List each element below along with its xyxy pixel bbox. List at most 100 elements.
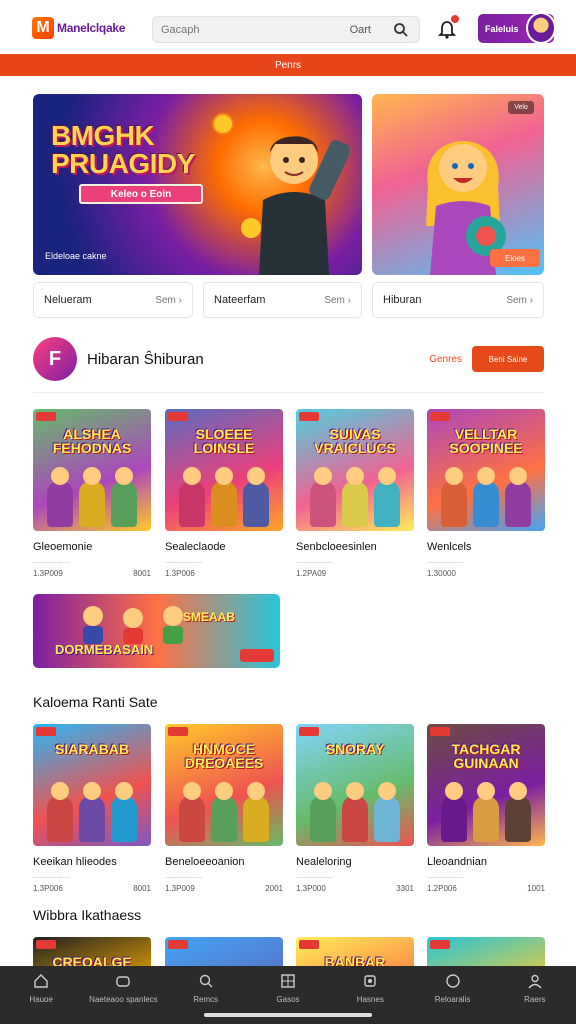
hero-side-banner[interactable]: Velo Eloes xyxy=(372,94,544,275)
profile-button[interactable]: Faleluis xyxy=(478,12,556,44)
circle-icon xyxy=(445,974,460,988)
game-thumbnail[interactable]: SUIVAS VRAICLUCS xyxy=(296,409,414,531)
play-count: 1.3P006 xyxy=(33,884,63,893)
game-title[interactable]: Lleoandnian xyxy=(427,856,545,868)
game-title[interactable]: Senbcloeesinlen xyxy=(296,541,414,553)
game-thumbnail[interactable]: VELLTAR SOOPINEE xyxy=(427,409,545,531)
game-card[interactable]: TACHGAR GUINAAN Lleoandnian..............… xyxy=(427,724,545,893)
wide-promo-banner[interactable]: DORMEBASAIN SMEAAB xyxy=(33,594,280,668)
search-input[interactable] xyxy=(161,23,311,36)
character-head xyxy=(83,782,101,800)
game-subtitle: ................... xyxy=(427,558,464,565)
character-figure xyxy=(310,481,336,527)
character-head xyxy=(346,782,364,800)
character-figure xyxy=(111,796,137,842)
game-thumbnail[interactable]: SLOEEE LOINSLE xyxy=(165,409,283,531)
brand-logo[interactable]: M Manelclqake xyxy=(32,17,142,39)
game-title[interactable]: Wenlcels xyxy=(427,541,545,553)
game-title[interactable]: Nealeloring xyxy=(296,856,414,868)
play-count: 1.3P000 xyxy=(296,884,326,893)
notification-bell[interactable] xyxy=(436,14,460,40)
character-head xyxy=(445,467,463,485)
game-subtitle: ................... xyxy=(165,558,202,565)
category-pill-1[interactable]: Nelueram Sem › xyxy=(33,282,193,318)
character-head xyxy=(83,467,101,485)
character-figure xyxy=(441,796,467,842)
section-title-3: Wibbra Ikathaess xyxy=(33,907,142,923)
game-thumbnail[interactable]: ALSHEA FEHODNAS xyxy=(33,409,151,531)
hero-character-illustration xyxy=(241,136,349,275)
character-head xyxy=(183,467,201,485)
nav-item[interactable]: Hauoe xyxy=(0,966,82,1024)
game-card[interactable]: SNORAY Nealeloring................... 1.3P… xyxy=(296,724,414,893)
game-card[interactable]: HNMOCE DREOAEES Beneloeeoanion...........… xyxy=(165,724,283,893)
thumbnail-badge xyxy=(36,727,56,736)
nav-item[interactable]: Naeteaoo spanlecs xyxy=(82,966,164,1024)
nav-item[interactable]: Reloaralis xyxy=(411,966,493,1024)
wide-banner-button[interactable] xyxy=(240,649,274,662)
nav-label: Gasos xyxy=(276,995,300,1004)
game-title[interactable]: Sealeclaode xyxy=(165,541,283,553)
game-thumbnail[interactable]: TACHGAR GUINAAN xyxy=(427,724,545,846)
top-header: M Manelclqake Oart Faleluis xyxy=(0,0,576,56)
game-card[interactable]: SIARABAB Keeikan hlieodes................… xyxy=(33,724,151,893)
game-stat: 8001 xyxy=(133,569,151,578)
section-title-2: Kaloema Ranti Sate xyxy=(33,694,158,710)
game-thumbnail[interactable]: SNORAY xyxy=(296,724,414,846)
character-figure xyxy=(211,481,237,527)
character-head xyxy=(378,467,396,485)
play-count: 1.3P009 xyxy=(165,884,195,893)
game-thumbnail[interactable]: HNMOCE DREOAEES xyxy=(165,724,283,846)
character-figure xyxy=(505,796,531,842)
game-subtitle: ................... xyxy=(427,873,464,880)
character-figure xyxy=(342,796,368,842)
thumbnail-title: SUIVAS VRAICLUCS xyxy=(314,426,396,456)
promo-text: Penrs xyxy=(274,59,302,71)
pill-more-link[interactable]: Sem › xyxy=(155,295,182,306)
character-head xyxy=(247,782,265,800)
category-pill-3[interactable]: Hiburan Sem › xyxy=(372,282,544,318)
game-title[interactable]: Beneloeeoanion xyxy=(165,856,283,868)
pill-more-link[interactable]: Sem › xyxy=(324,295,351,306)
divider xyxy=(33,392,544,393)
character-head xyxy=(51,467,69,485)
game-card[interactable]: SLOEEE LOINSLE Sealeclaode...............… xyxy=(165,409,283,578)
category-pill-2[interactable]: Nateerfam Sem › xyxy=(203,282,362,318)
nav-item[interactable]: Raers xyxy=(494,966,576,1024)
genres-link[interactable]: Genres xyxy=(429,354,462,365)
side-banner-button[interactable]: Eloes xyxy=(490,249,540,267)
character-head xyxy=(378,782,396,800)
nav-label: Naeteaoo spanlecs xyxy=(89,995,158,1004)
avatar[interactable] xyxy=(526,12,556,44)
pill-label: Nelueram xyxy=(44,294,92,306)
search-icon[interactable] xyxy=(393,22,409,38)
character-head xyxy=(183,782,201,800)
thumbnail-badge xyxy=(168,940,188,949)
game-title[interactable]: Gleoemonie xyxy=(33,541,151,553)
thumbnail-badge xyxy=(299,727,319,736)
search-bar[interactable]: Oart xyxy=(152,16,420,43)
game-subtitle: ................... xyxy=(296,873,333,880)
character-head xyxy=(215,782,233,800)
character-figure xyxy=(441,481,467,527)
promo-bar[interactable]: Penrs xyxy=(0,54,576,76)
character-figure xyxy=(473,796,499,842)
game-card[interactable]: ALSHEA FEHODNAS Gleoemonie...............… xyxy=(33,409,151,578)
nav-label: Raers xyxy=(524,995,546,1004)
game-subtitle: ................... xyxy=(33,558,70,565)
hero-banner[interactable]: BMGHK PRUAGIDY Keleo o Eoin Eldeloae cak… xyxy=(33,94,362,275)
section-header: F Hibaran Ŝhiburan Genres Beni Saine xyxy=(33,336,544,382)
character-figure xyxy=(79,796,105,842)
game-stat: 2001 xyxy=(265,884,283,893)
game-title[interactable]: Keeikan hlieodes xyxy=(33,856,151,868)
game-stat: 8001 xyxy=(133,884,151,893)
game-card[interactable]: SUIVAS VRAICLUCS Senbcloeesinlen.........… xyxy=(296,409,414,578)
game-thumbnail[interactable]: SIARABAB xyxy=(33,724,151,846)
game-card[interactable]: VELLTAR SOOPINEE Wenlcels................… xyxy=(427,409,545,578)
pill-more-link[interactable]: Sem › xyxy=(506,295,533,306)
game-meta: 1.2PA09 xyxy=(296,569,414,578)
section-logo: F xyxy=(33,337,77,381)
hero-badge[interactable]: Keleo o Eoin xyxy=(79,184,203,204)
section-action-button[interactable]: Beni Saine xyxy=(472,346,544,372)
home-icon xyxy=(34,974,48,988)
